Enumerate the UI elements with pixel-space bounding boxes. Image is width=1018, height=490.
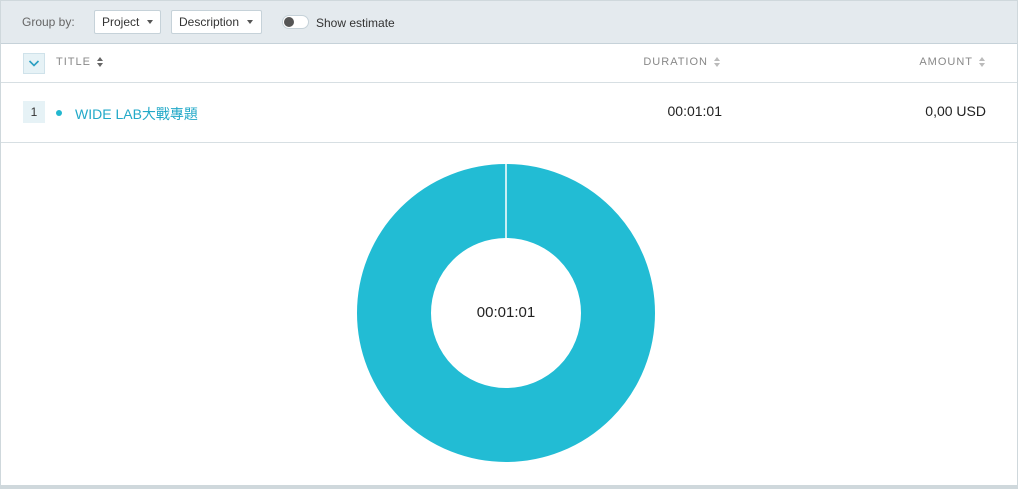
title-column-label: TITLE [56,56,91,68]
show-estimate-label: Show estimate [316,16,395,30]
group-primary-value: Project [102,15,140,29]
summary-report-panel: Group by: Project Description Show estim… [0,0,1018,489]
donut-chart-area: 00:01:01 [1,143,1017,485]
group-secondary-dropdown[interactable]: Description [171,10,262,34]
project-title-link[interactable]: WIDE LAB大戰專題 [75,104,198,124]
toggle-knob [284,17,294,27]
duration-column-header[interactable]: DURATION [643,56,721,68]
group-primary-dropdown[interactable]: Project [94,10,161,34]
group-by-label: Group by: [22,15,75,29]
chevron-down-icon [28,60,40,67]
row-amount: 0,00 USD [925,103,986,119]
caret-down-icon [147,20,154,24]
donut-center-label: 00:01:01 [477,304,535,321]
title-column-header[interactable]: TITLE [56,56,104,68]
amount-column-label: AMOUNT [919,56,973,68]
project-color-dot [56,110,62,116]
table-header: TITLE DURATION AMOUNT [1,44,1017,83]
duration-column-label: DURATION [643,56,708,68]
show-estimate-toggle[interactable] [282,15,309,29]
row-duration: 00:01:01 [667,103,723,119]
sort-icon [979,57,986,68]
donut-chart: 00:01:01 [357,164,655,462]
table-row[interactable]: 1 WIDE LAB大戰專題 00:01:01 0,00 USD [1,83,1017,143]
group-secondary-value: Description [179,15,240,29]
amount-column-header[interactable]: AMOUNT [919,56,986,68]
caret-down-icon [247,20,254,24]
sort-icon [96,57,104,68]
sort-icon [714,57,721,68]
row-index-badge: 1 [23,101,45,123]
expand-all-button[interactable] [23,53,45,74]
group-by-toolbar: Group by: Project Description Show estim… [1,1,1017,44]
